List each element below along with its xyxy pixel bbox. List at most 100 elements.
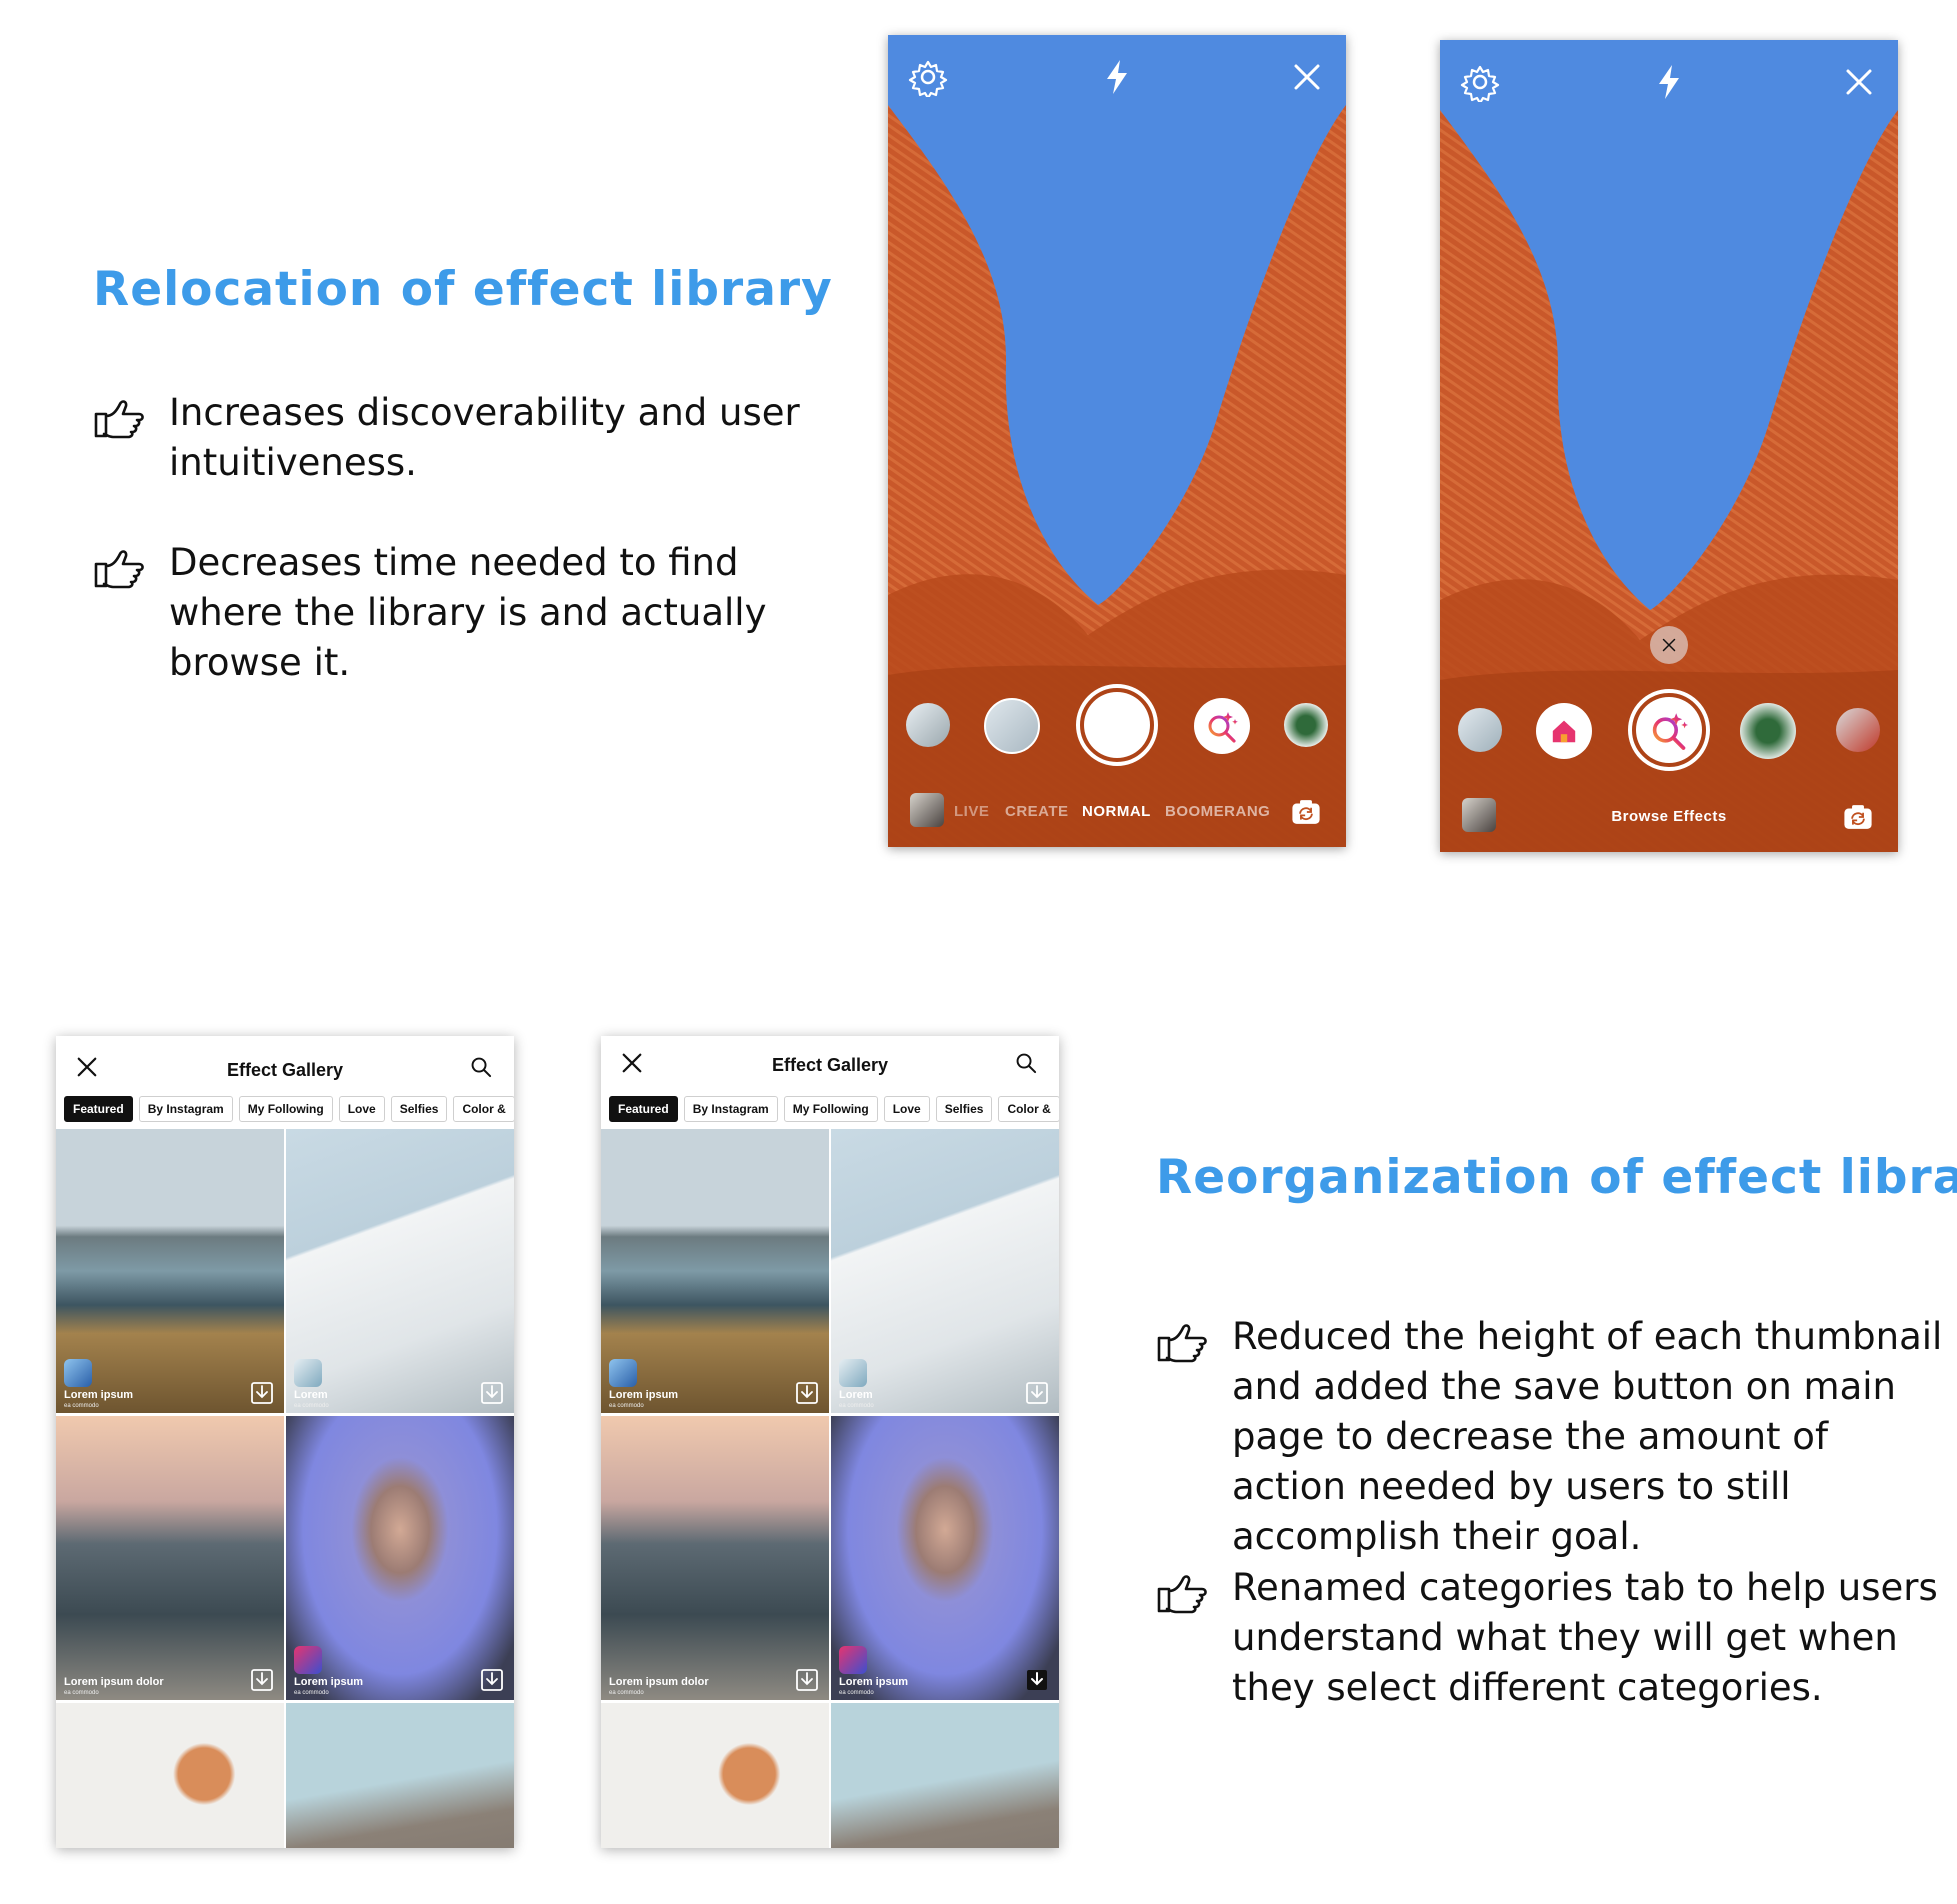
sparkle-search-icon <box>1645 706 1693 754</box>
bullet-text: Increases discoverability and user intui… <box>169 391 800 484</box>
tab-selfies[interactable]: Selfies <box>390 1096 448 1122</box>
effect-card[interactable]: Lorem ipsum dolor ea commodo <box>601 1416 829 1700</box>
effect-card[interactable]: Lorem ipsum ea commodo <box>286 1416 514 1700</box>
download-icon[interactable] <box>795 1381 819 1405</box>
close-icon <box>1659 635 1679 655</box>
flip-camera-icon[interactable] <box>1289 795 1323 829</box>
effect-creator: ea commodo <box>609 1403 644 1409</box>
camera-screen-new: Browse Effects <box>1440 40 1898 852</box>
effect-library-button[interactable] <box>1194 698 1250 754</box>
bullet-text: Reduced the height of each thumbnail and… <box>1232 1315 1943 1558</box>
tab-my-following[interactable]: My Following <box>238 1096 333 1122</box>
reorganization-bullet-2: Renamed categories tab to help users und… <box>1156 1563 1946 1713</box>
effect-name: Lorem ipsum <box>609 1389 679 1401</box>
gear-icon[interactable] <box>908 57 948 97</box>
effect-name: Lorem ipsum dolor <box>64 1676 164 1688</box>
tab-love[interactable]: Love <box>338 1096 385 1122</box>
gallery-header: Effect Gallery <box>56 1036 514 1094</box>
effect-creator: ea commodo <box>609 1690 644 1696</box>
gallery-header: Effect Gallery <box>601 1036 1059 1094</box>
saved-download-icon[interactable] <box>1025 1668 1049 1692</box>
browse-effects-label: Browse Effects <box>1611 808 1727 825</box>
tab-by-instagram[interactable]: By Instagram <box>683 1096 778 1122</box>
download-icon[interactable] <box>795 1668 819 1692</box>
reorganization-heading: Reorganization of effect library <box>1156 1150 1957 1205</box>
effect-thumb[interactable] <box>1284 703 1328 747</box>
effect-gallery-new: Effect Gallery Featured By Instagram My … <box>601 1036 1059 1848</box>
effect-name: Lorem <box>839 1389 873 1401</box>
tab-love[interactable]: Love <box>883 1096 930 1122</box>
mode-boomerang[interactable]: BOOMERANG <box>1165 803 1270 820</box>
download-icon[interactable] <box>250 1381 274 1405</box>
effect-card[interactable] <box>601 1703 829 1848</box>
browse-effects-core <box>1636 697 1702 763</box>
flip-camera-icon[interactable] <box>1841 800 1875 834</box>
effect-card[interactable] <box>286 1703 514 1848</box>
effect-thumb[interactable] <box>1740 703 1796 759</box>
reorganization-bullet-1: Reduced the height of each thumbnail and… <box>1156 1312 1946 1562</box>
effect-name: Lorem <box>294 1389 328 1401</box>
pointing-hand-icon <box>1156 1320 1208 1364</box>
effect-card[interactable]: Lorem ipsum ea commodo <box>601 1129 829 1413</box>
bullet-text: Renamed categories tab to help users und… <box>1232 1566 1938 1709</box>
effect-creator: ea commodo <box>839 1690 874 1696</box>
mode-create[interactable]: CREATE <box>1005 803 1069 820</box>
flash-icon[interactable] <box>1649 62 1689 102</box>
effect-creator: ea commodo <box>839 1403 874 1409</box>
download-icon[interactable] <box>250 1668 274 1692</box>
camera-screen-old: LIVE CREATE NORMAL BOOMERANG <box>888 35 1346 847</box>
search-icon[interactable] <box>468 1054 494 1080</box>
effect-thumb[interactable] <box>1458 708 1502 752</box>
mode-live[interactable]: LIVE <box>954 803 989 820</box>
gear-icon[interactable] <box>1460 62 1500 102</box>
home-icon <box>1552 720 1576 743</box>
capture-button-core <box>1084 692 1150 758</box>
tab-featured[interactable]: Featured <box>64 1096 133 1122</box>
tab-featured[interactable]: Featured <box>609 1096 678 1122</box>
effect-card[interactable]: Lorem ea commodo <box>286 1129 514 1413</box>
page: Relocation of effect library Increases d… <box>0 0 1957 1904</box>
download-icon[interactable] <box>480 1381 504 1405</box>
tab-color[interactable]: Color & <box>453 1096 514 1122</box>
relocation-bullet-1: Increases discoverability and user intui… <box>93 388 853 488</box>
effect-card[interactable] <box>831 1703 1059 1848</box>
tab-color[interactable]: Color & <box>998 1096 1059 1122</box>
effect-creator: ea commodo <box>64 1690 99 1696</box>
gallery-thumb[interactable] <box>910 793 944 827</box>
search-icon[interactable] <box>1013 1050 1039 1076</box>
home-effect-button[interactable] <box>1536 703 1592 759</box>
effect-card[interactable] <box>56 1703 284 1848</box>
effect-creator: ea commodo <box>294 1690 329 1696</box>
relocation-bullet-2: Decreases time needed to find where the … <box>93 538 853 688</box>
download-icon[interactable] <box>480 1668 504 1692</box>
close-icon[interactable] <box>1839 62 1879 102</box>
download-icon[interactable] <box>1025 1381 1049 1405</box>
effect-card[interactable]: Lorem ipsum dolor ea commodo <box>56 1416 284 1700</box>
effect-thumb[interactable] <box>1836 708 1880 752</box>
pointing-hand-icon <box>1156 1571 1208 1615</box>
mode-normal[interactable]: NORMAL <box>1082 803 1151 820</box>
effect-gallery-old: Effect Gallery Featured By Instagram My … <box>56 1036 514 1848</box>
dismiss-effect-button[interactable] <box>1650 626 1688 664</box>
category-tabs: Featured By Instagram My Following Love … <box>64 1096 514 1122</box>
effect-thumb[interactable] <box>984 698 1040 754</box>
pointing-hand-icon <box>93 396 145 440</box>
effect-name: Lorem ipsum <box>294 1676 364 1688</box>
effect-badge <box>839 1359 867 1387</box>
effect-name: Lorem ipsum dolor <box>609 1676 709 1688</box>
tab-selfies[interactable]: Selfies <box>935 1096 993 1122</box>
effect-badge <box>609 1359 637 1387</box>
flash-icon[interactable] <box>1097 57 1137 97</box>
effect-card[interactable]: Lorem ipsum ea commodo <box>831 1416 1059 1700</box>
gallery-title: Effect Gallery <box>771 1055 889 1075</box>
effect-thumb[interactable] <box>906 703 950 747</box>
close-icon[interactable] <box>1287 57 1327 97</box>
bullet-text: Decreases time needed to find where the … <box>169 541 767 684</box>
tab-by-instagram[interactable]: By Instagram <box>138 1096 233 1122</box>
effect-badge <box>839 1646 867 1674</box>
effect-card[interactable]: Lorem ea commodo <box>831 1129 1059 1413</box>
effect-card[interactable]: Lorem ipsum ea commodo <box>56 1129 284 1413</box>
pointing-hand-icon <box>93 546 145 590</box>
effect-creator: ea commodo <box>294 1403 329 1409</box>
tab-my-following[interactable]: My Following <box>783 1096 878 1122</box>
